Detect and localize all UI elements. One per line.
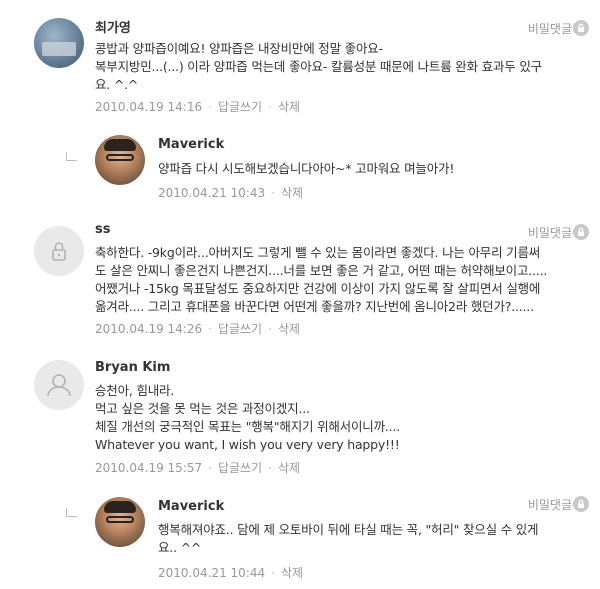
- comment-text: 승천아, 힘내라. 먹고 싶은 것을 못 먹는 것은 과정이겠지... 체질 개…: [95, 383, 400, 452]
- delete-button[interactable]: 삭제: [281, 186, 303, 200]
- secret-comment-label: 비밀댓글: [527, 22, 572, 36]
- avatar[interactable]: [34, 18, 84, 68]
- reply-button[interactable]: 답글쓰기: [218, 461, 262, 475]
- comment-author[interactable]: Bryan Kim: [95, 360, 170, 375]
- comment-author[interactable]: ss: [95, 222, 110, 237]
- avatar[interactable]: [95, 497, 145, 547]
- comment-date: 2010.04.19 14:16: [95, 100, 203, 114]
- comment-date: 2010.04.19 14:26: [95, 322, 203, 336]
- comment-author[interactable]: Maverick: [158, 499, 224, 514]
- comment-text: 양파즙 다시 시도해보겠습니다아아~* 고마워요 며늘아가!: [158, 161, 455, 176]
- delete-button[interactable]: 삭제: [281, 566, 303, 580]
- reply-button[interactable]: 답글쓰기: [218, 100, 262, 114]
- lock-icon: [573, 496, 589, 512]
- comment-meta: 2010.04.19 14:26 · 답글쓰기 · 삭제: [95, 322, 301, 336]
- user-icon: [47, 374, 71, 397]
- secret-comment-label: 비밀댓글: [527, 498, 572, 512]
- lock-icon: [573, 20, 589, 36]
- comment-text: 행복해져야죠.. 담에 제 오토바이 뒤에 타실 때는 꼭, "허리" 찾으실 …: [158, 522, 539, 555]
- delete-button[interactable]: 삭제: [278, 461, 300, 475]
- secret-comment-label: 비밀댓글: [527, 226, 572, 240]
- lock-icon: [573, 224, 589, 240]
- comment-meta: 2010.04.19 15:57 · 답글쓰기 · 삭제: [95, 461, 301, 475]
- reply-indicator-icon: [66, 508, 77, 517]
- comment-date: 2010.04.21 10:44: [158, 566, 266, 580]
- reply-button[interactable]: 답글쓰기: [218, 322, 262, 336]
- delete-button[interactable]: 삭제: [278, 322, 300, 336]
- comment-author[interactable]: Maverick: [158, 137, 224, 152]
- avatar[interactable]: [95, 135, 145, 185]
- comment-meta: 2010.04.19 14:16 · 답글쓰기 · 삭제: [95, 100, 301, 114]
- comment-text: 콩밥과 양파즙이예요! 양파즙은 내장비만에 정말 좋아요- 복부지방민...(…: [95, 41, 542, 92]
- reply-indicator-icon: [66, 152, 77, 161]
- comment-date: 2010.04.19 15:57: [95, 461, 203, 475]
- avatar[interactable]: [34, 226, 84, 276]
- avatar[interactable]: [34, 360, 84, 410]
- comment-meta: 2010.04.21 10:43 · 삭제: [158, 186, 304, 200]
- comment-author[interactable]: 최가영: [95, 17, 131, 36]
- comment-meta: 2010.04.21 10:44 · 삭제: [158, 566, 304, 580]
- comment-date: 2010.04.21 10:43: [158, 186, 266, 200]
- lock-icon: [52, 242, 66, 261]
- comment-text: 축하한다. -9kg이라...아버지도 그렇게 뺄 수 있는 몸이라면 좋겠다.…: [95, 245, 548, 314]
- delete-button[interactable]: 삭제: [278, 100, 300, 114]
